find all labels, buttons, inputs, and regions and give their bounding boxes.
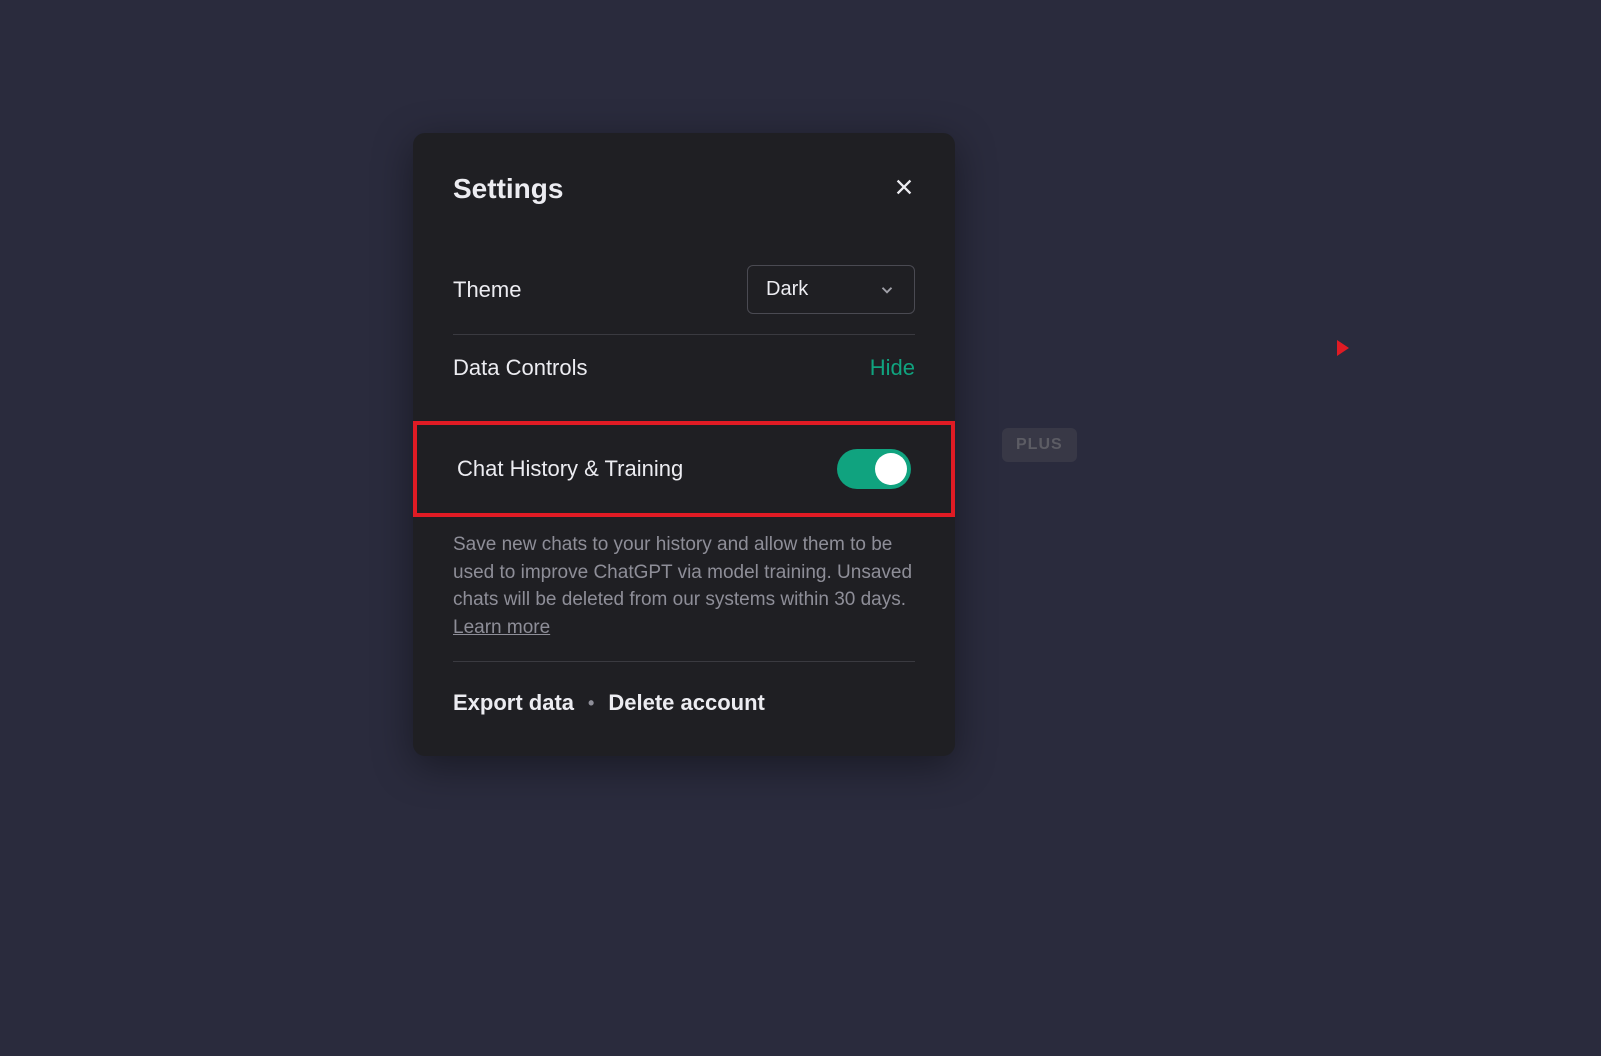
separator-dot: • (588, 693, 594, 714)
divider (453, 661, 915, 662)
chat-history-label: Chat History & Training (457, 456, 683, 482)
chevron-down-icon (878, 281, 896, 299)
settings-modal: Settings Theme Dark Data Controls Hide C… (413, 133, 955, 756)
theme-row: Theme Dark (453, 245, 915, 334)
theme-label: Theme (453, 277, 521, 303)
description-text: Save new chats to your history and allow… (453, 534, 912, 610)
theme-select[interactable]: Dark (747, 265, 915, 314)
close-button[interactable] (893, 176, 915, 203)
delete-account-button[interactable]: Delete account (608, 690, 765, 716)
export-data-button[interactable]: Export data (453, 690, 574, 716)
hide-link[interactable]: Hide (870, 355, 915, 381)
modal-title: Settings (453, 173, 563, 205)
learn-more-link[interactable]: Learn more (453, 617, 550, 638)
plus-badge: PLUS (1002, 428, 1077, 462)
data-controls-label: Data Controls (453, 355, 588, 381)
data-controls-row: Data Controls Hide (453, 335, 915, 401)
cursor-indicator (1337, 340, 1349, 356)
modal-header: Settings (453, 173, 915, 205)
close-icon (893, 176, 915, 198)
chat-history-description: Save new chats to your history and allow… (453, 531, 915, 641)
chat-history-toggle[interactable] (837, 449, 911, 489)
footer-actions: Export data • Delete account (453, 690, 915, 716)
toggle-knob (875, 453, 907, 485)
chat-history-highlight: Chat History & Training (413, 421, 955, 517)
theme-selected-value: Dark (766, 278, 808, 301)
